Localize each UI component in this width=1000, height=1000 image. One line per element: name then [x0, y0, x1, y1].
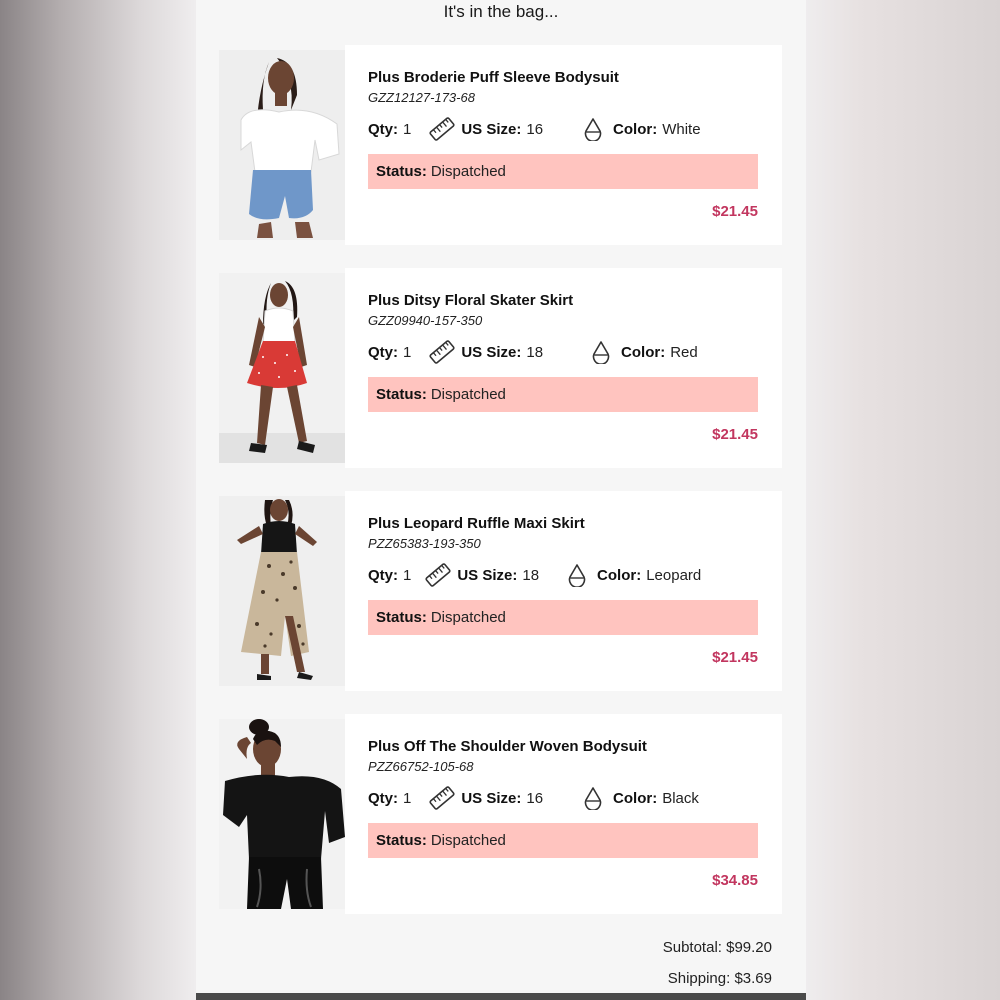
- status-label: Status:: [376, 609, 427, 626]
- bottom-divider: [196, 993, 806, 1000]
- status-badge: Status: Dispatched: [368, 600, 758, 635]
- product-image[interactable]: [219, 273, 345, 463]
- status-value: Dispatched: [430, 386, 506, 403]
- product-price: $34.85: [712, 872, 758, 889]
- size-label: US Size:: [461, 343, 522, 361]
- size-label: US Size:: [461, 789, 522, 807]
- product-specs: Qty: 1 US Size: 18 Color: Red: [368, 340, 698, 364]
- product-price: $21.45: [712, 203, 758, 220]
- qty-label: Qty:: [368, 343, 398, 361]
- status-badge: Status: Dispatched: [368, 377, 758, 412]
- product-name[interactable]: Plus Broderie Puff Sleeve Bodysuit: [368, 69, 619, 86]
- shipping-cost: Shipping: $3.69: [667, 970, 772, 987]
- size-label: US Size:: [461, 120, 522, 138]
- color-value: Black: [662, 789, 699, 807]
- ruler-icon: [429, 786, 455, 810]
- drop-icon: [567, 563, 587, 587]
- order-item[interactable]: Plus Off The Shoulder Woven Bodysuit PZZ…: [219, 714, 782, 914]
- product-specs: Qty: 1 US Size: 18 Color: Leopard: [368, 563, 701, 587]
- status-value: Dispatched: [430, 163, 506, 180]
- product-card: Plus Broderie Puff Sleeve Bodysuit GZZ12…: [345, 45, 782, 245]
- product-specs: Qty: 1 US Size: 16 Color: Black: [368, 786, 699, 810]
- product-name[interactable]: Plus Ditsy Floral Skater Skirt: [368, 292, 573, 309]
- order-item[interactable]: Plus Leopard Ruffle Maxi Skirt PZZ65383-…: [219, 491, 782, 691]
- drop-icon: [583, 117, 603, 141]
- size-value: 16: [526, 789, 544, 807]
- drop-icon: [583, 786, 603, 810]
- order-item[interactable]: Plus Ditsy Floral Skater Skirt GZZ09940-…: [219, 268, 782, 468]
- status-badge: Status: Dispatched: [368, 823, 758, 858]
- status-badge: Status: Dispatched: [368, 154, 758, 189]
- qty-value: 1: [403, 789, 412, 807]
- product-image[interactable]: [219, 719, 345, 909]
- drop-icon: [591, 340, 611, 364]
- product-name[interactable]: Plus Off The Shoulder Woven Bodysuit: [368, 738, 647, 755]
- color-label: Color:: [613, 789, 658, 807]
- size-value: 16: [526, 120, 544, 138]
- status-label: Status:: [376, 832, 427, 849]
- qty-label: Qty:: [368, 566, 398, 584]
- color-value: Red: [670, 343, 698, 361]
- color-label: Color:: [597, 566, 642, 584]
- product-image[interactable]: [219, 50, 345, 240]
- product-card: Plus Leopard Ruffle Maxi Skirt PZZ65383-…: [345, 491, 782, 691]
- color-label: Color:: [613, 120, 658, 138]
- product-price: $21.45: [712, 649, 758, 666]
- color-value: Leopard: [646, 566, 702, 584]
- product-card: Plus Off The Shoulder Woven Bodysuit PZZ…: [345, 714, 782, 914]
- size-value: 18: [522, 566, 540, 584]
- qty-label: Qty:: [368, 120, 398, 138]
- order-item[interactable]: Plus Broderie Puff Sleeve Bodysuit GZZ12…: [219, 45, 782, 245]
- order-heading: It's in the bag...: [443, 2, 559, 21]
- size-label: US Size:: [457, 566, 518, 584]
- product-name[interactable]: Plus Leopard Ruffle Maxi Skirt: [368, 515, 585, 532]
- qty-label: Qty:: [368, 789, 398, 807]
- order-panel: It's in the bag... Plus Broderie Puff Sl…: [196, 0, 806, 1000]
- ruler-icon: [429, 340, 455, 364]
- status-value: Dispatched: [430, 832, 506, 849]
- color-value: White: [662, 120, 701, 138]
- product-sku: PZZ66752-105-68: [368, 759, 474, 774]
- product-price: $21.45: [712, 426, 758, 443]
- size-value: 18: [526, 343, 544, 361]
- product-sku: PZZ65383-193-350: [368, 536, 481, 551]
- subtotal: Subtotal: $99.20: [662, 939, 772, 956]
- status-label: Status:: [376, 163, 427, 180]
- product-sku: GZZ12127-173-68: [368, 90, 475, 105]
- qty-value: 1: [403, 343, 412, 361]
- qty-value: 1: [403, 566, 412, 584]
- product-sku: GZZ09940-157-350: [368, 313, 483, 328]
- status-label: Status:: [376, 386, 427, 403]
- ruler-icon: [425, 563, 451, 587]
- color-label: Color:: [621, 343, 666, 361]
- qty-value: 1: [403, 120, 412, 138]
- product-specs: Qty: 1 US Size: 16 Color: White: [368, 117, 701, 141]
- ruler-icon: [429, 117, 455, 141]
- product-card: Plus Ditsy Floral Skater Skirt GZZ09940-…: [345, 268, 782, 468]
- status-value: Dispatched: [430, 609, 506, 626]
- product-image[interactable]: [219, 496, 345, 686]
